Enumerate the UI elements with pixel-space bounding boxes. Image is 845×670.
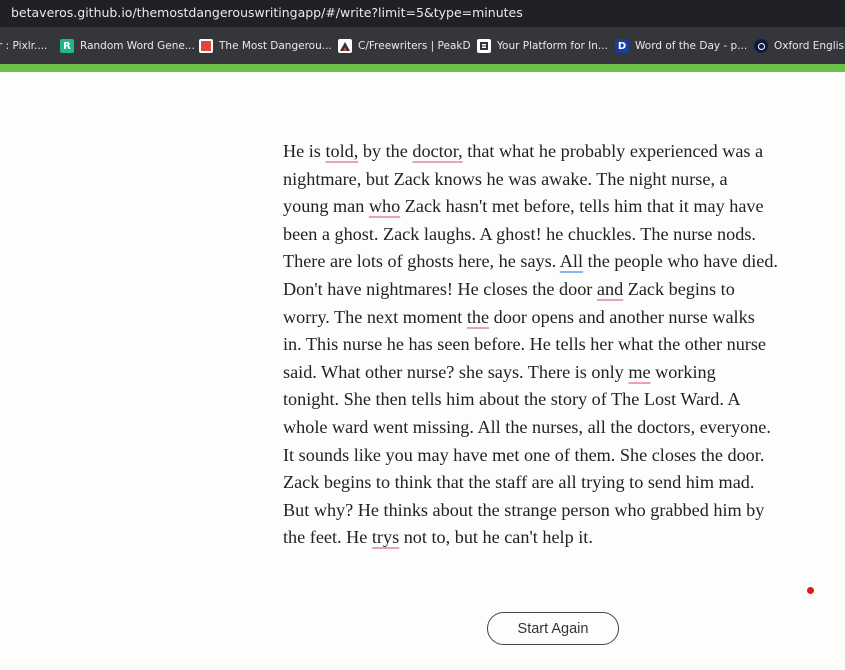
writing-text[interactable]: He is told, by the doctor, that what he …: [283, 138, 828, 552]
text-segment: been a ghost. Zack laughs. A ghost! he c…: [283, 223, 756, 244]
text-line: Zack begins to think that the staff are …: [283, 469, 828, 497]
status-dot-icon: [807, 587, 814, 594]
text-line: in. This nurse he has seen before. He te…: [283, 331, 828, 359]
spellcheck-flag[interactable]: the: [467, 307, 489, 327]
spellcheck-flag[interactable]: and: [597, 279, 623, 299]
text-segment: by the: [358, 141, 413, 161]
text-segment: Don't have nightmares! He closes the doo…: [283, 278, 597, 299]
text-segment: nightmare, but Zack knows he was awake. …: [283, 168, 728, 189]
dictionary-d-icon: D: [615, 39, 629, 53]
spellcheck-flag[interactable]: trys: [372, 527, 399, 547]
timer-progress-bar: [0, 64, 845, 72]
text-line: said. What other nurse? she says. There …: [283, 359, 828, 387]
bookmark-label: Your Platform for In...: [497, 40, 608, 52]
writing-area: He is told, by the doctor, that what he …: [0, 72, 845, 670]
text-segment: But why? He thinks about the strange per…: [283, 499, 765, 520]
bookmark-item[interactable]: R Random Word Gene...: [60, 38, 195, 54]
address-bar[interactable]: betaveros.github.io/themostdangerouswrit…: [0, 0, 845, 27]
text-segment: the people who have died.: [583, 251, 778, 272]
text-line: been a ghost. Zack laughs. A ghost! he c…: [283, 221, 828, 249]
spellcheck-flag[interactable]: told,: [325, 141, 358, 161]
text-segment: working: [650, 361, 716, 382]
text-line: He is told, by the doctor, that what he …: [283, 138, 828, 166]
text-line: young man who Zack hasn't met before, te…: [283, 193, 828, 221]
text-segment: the feet. He: [283, 527, 372, 548]
text-segment: It sounds like you may have met one of t…: [283, 444, 765, 465]
bookmark-item[interactable]: D Word of the Day - p...: [615, 38, 747, 54]
text-line: nightmare, but Zack knows he was awake. …: [283, 166, 828, 194]
url-text[interactable]: betaveros.github.io/themostdangerouswrit…: [11, 5, 523, 20]
text-line: whole ward went missing. All the nurses,…: [283, 414, 828, 442]
text-segment: in. This nurse he has seen before. He te…: [283, 334, 766, 355]
text-segment: tonight. She then tells him about the st…: [283, 389, 741, 410]
random-word-r-icon: R: [60, 39, 74, 53]
text-segment: said. What other nurse? she says. There …: [283, 361, 629, 382]
text-line: worry. The next moment the door opens an…: [283, 304, 828, 332]
text-segment: Zack hasn't met before, tells him that i…: [400, 196, 764, 217]
text-line: There are lots of ghosts here, he says. …: [283, 248, 828, 276]
text-segment: Zack begins to think that the staff are …: [283, 472, 755, 493]
grammar-flag[interactable]: All: [560, 251, 583, 271]
text-line: But why? He thinks about the strange per…: [283, 497, 828, 525]
bookmark-label: Word of the Day - p...: [635, 40, 748, 52]
bookmark-item[interactable]: The Most Dangerou...: [199, 38, 332, 54]
text-segment: whole ward went missing. All the nurses,…: [283, 416, 771, 437]
bookmark-item[interactable]: C/Freewriters | PeakD: [338, 38, 471, 54]
bookmark-item[interactable]: Oxford English: [754, 38, 845, 54]
text-segment: There are lots of ghosts here, he says.: [283, 251, 560, 272]
text-segment: not to, but he can't help it.: [399, 527, 593, 548]
spellcheck-flag[interactable]: who: [369, 196, 400, 216]
dangerous-writing-icon: [199, 39, 213, 53]
spellcheck-flag[interactable]: me: [628, 362, 650, 382]
bookmark-label: The Most Dangerou...: [219, 40, 332, 52]
bookmark-label: Random Word Gene...: [80, 40, 195, 52]
text-segment: door opens and another nurse walks: [489, 306, 755, 327]
text-segment: Zack begins to: [623, 278, 735, 299]
bookmark-item[interactable]: r : Pixlr....: [0, 38, 47, 54]
oxford-icon: [754, 39, 768, 53]
timer-progress-fill: [0, 64, 845, 72]
bookmark-label: r : Pixlr....: [0, 40, 48, 52]
bookmarks-bar: r : Pixlr.... R Random Word Gene... The Mos…: [0, 27, 845, 64]
text-segment: that what he probably experienced was a: [462, 141, 764, 161]
text-line: the feet. He trys not to, but he can't h…: [283, 524, 828, 552]
text-segment: young man: [283, 196, 369, 217]
text-line: Don't have nightmares! He closes the doo…: [283, 276, 828, 304]
platform-b-icon: [477, 39, 491, 53]
start-again-button[interactable]: Start Again: [487, 612, 619, 645]
text-segment: He is: [283, 141, 326, 161]
peakd-icon: [338, 39, 352, 53]
text-line: tonight. She then tells him about the st…: [283, 386, 828, 414]
spellcheck-flag[interactable]: doctor,: [412, 141, 462, 161]
text-line: It sounds like you may have met one of t…: [283, 442, 828, 470]
text-segment: worry. The next moment: [283, 306, 467, 327]
bookmark-label: Oxford English: [774, 40, 845, 52]
bookmark-item[interactable]: Your Platform for In...: [477, 38, 608, 54]
bookmark-label: C/Freewriters | PeakD: [358, 40, 471, 52]
